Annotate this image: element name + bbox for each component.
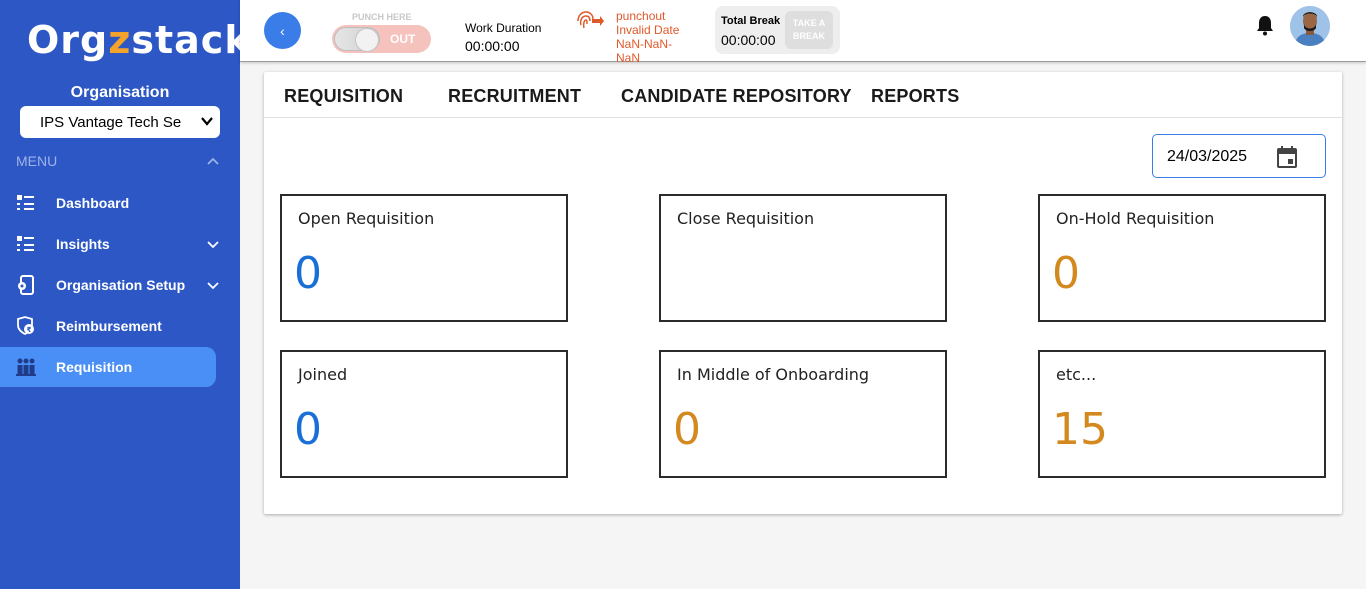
stat-card-in-middle-of-onboarding[interactable]: In Middle of Onboarding 0 bbox=[659, 350, 947, 478]
bell-icon[interactable] bbox=[1255, 14, 1275, 36]
tab-candidate-repository[interactable]: CANDIDATE REPOSITORY bbox=[621, 86, 852, 107]
list-icon bbox=[17, 195, 34, 210]
stat-value: 0 bbox=[673, 404, 701, 455]
tab-reports[interactable]: REPORTS bbox=[871, 86, 959, 107]
top-header: ‹ PUNCH HERE OUT Work Duration 00:00:00 … bbox=[240, 0, 1366, 65]
total-break-label: Total Break bbox=[721, 15, 781, 27]
calendar-icon[interactable] bbox=[1277, 146, 1297, 168]
fingerprint-icon bbox=[577, 11, 604, 29]
stat-value: 0 bbox=[1052, 248, 1080, 299]
organisation-label: Organisation bbox=[70, 84, 170, 101]
toggle-knob bbox=[334, 27, 380, 52]
chevron-down-icon bbox=[207, 241, 219, 249]
sidebar-item-insights[interactable]: Insights bbox=[0, 224, 219, 264]
stat-card-joined[interactable]: Joined 0 bbox=[280, 350, 568, 478]
sidebar-item-requisition[interactable]: Requisition bbox=[0, 347, 216, 387]
stat-card-etc[interactable]: etc... 15 bbox=[1038, 350, 1326, 478]
stat-card-close-requisition[interactable]: Close Requisition bbox=[659, 194, 947, 322]
tab-recruitment[interactable]: RECRUITMENT bbox=[448, 86, 581, 107]
chevron-up-icon[interactable] bbox=[206, 154, 220, 168]
date-input[interactable]: 24/03/2025 bbox=[1152, 134, 1326, 178]
tab-requisition[interactable]: REQUISITION bbox=[284, 86, 403, 107]
work-duration-label: Work Duration bbox=[465, 21, 542, 35]
tab-bar: REQUISITION RECRUITMENT CANDIDATE REPOSI… bbox=[264, 72, 1342, 118]
svg-text:₹: ₹ bbox=[27, 326, 32, 334]
chevron-down-icon bbox=[207, 282, 219, 290]
list-icon bbox=[17, 236, 34, 251]
punch-state: OUT bbox=[390, 32, 416, 46]
phone-gear-icon bbox=[18, 275, 34, 295]
punch-here-label: PUNCH HERE bbox=[352, 12, 412, 22]
shield-rupee-icon: ₹ bbox=[17, 316, 34, 336]
people-icon bbox=[16, 358, 36, 376]
main-panel: REQUISITION RECRUITMENT CANDIDATE REPOSI… bbox=[264, 72, 1342, 514]
punch-info: punchout Invalid Date NaN-NaN- NaN bbox=[616, 9, 680, 65]
take-break-button[interactable]: TAKE A BREAK bbox=[785, 11, 833, 49]
menu-label: MENU bbox=[16, 153, 58, 169]
sidebar-item-dashboard[interactable]: Dashboard bbox=[0, 183, 216, 223]
back-button[interactable]: ‹ bbox=[264, 12, 301, 49]
user-avatar-icon bbox=[1290, 6, 1330, 46]
sidebar-item-reimbursement[interactable]: ₹ Reimbursement bbox=[0, 306, 216, 346]
stat-card-open-requisition[interactable]: Open Requisition 0 bbox=[280, 194, 568, 322]
stat-value: 15 bbox=[1052, 404, 1108, 455]
avatar[interactable] bbox=[1290, 6, 1330, 46]
stat-value: 0 bbox=[294, 248, 322, 299]
total-break-value: 00:00:00 bbox=[721, 32, 776, 48]
organisation-select-value: IPS Vantage Tech Se bbox=[40, 113, 182, 131]
stat-value: 0 bbox=[294, 404, 322, 455]
work-duration-value: 00:00:00 bbox=[465, 38, 520, 54]
punch-toggle[interactable]: OUT bbox=[332, 25, 431, 53]
sidebar-item-organisation-setup[interactable]: Organisation Setup bbox=[0, 265, 219, 305]
logo[interactable]: Orgzstack bbox=[27, 18, 251, 62]
date-value: 24/03/2025 bbox=[1167, 148, 1248, 165]
organisation-select[interactable]: IPS Vantage Tech Se bbox=[20, 106, 220, 138]
stat-card-on-hold-requisition[interactable]: On-Hold Requisition 0 bbox=[1038, 194, 1326, 322]
total-break-panel: Total Break 00:00:00 TAKE A BREAK bbox=[715, 6, 840, 54]
sidebar: Orgzstack Organisation IPS Vantage Tech … bbox=[0, 0, 250, 589]
chevron-down-icon bbox=[201, 117, 213, 126]
